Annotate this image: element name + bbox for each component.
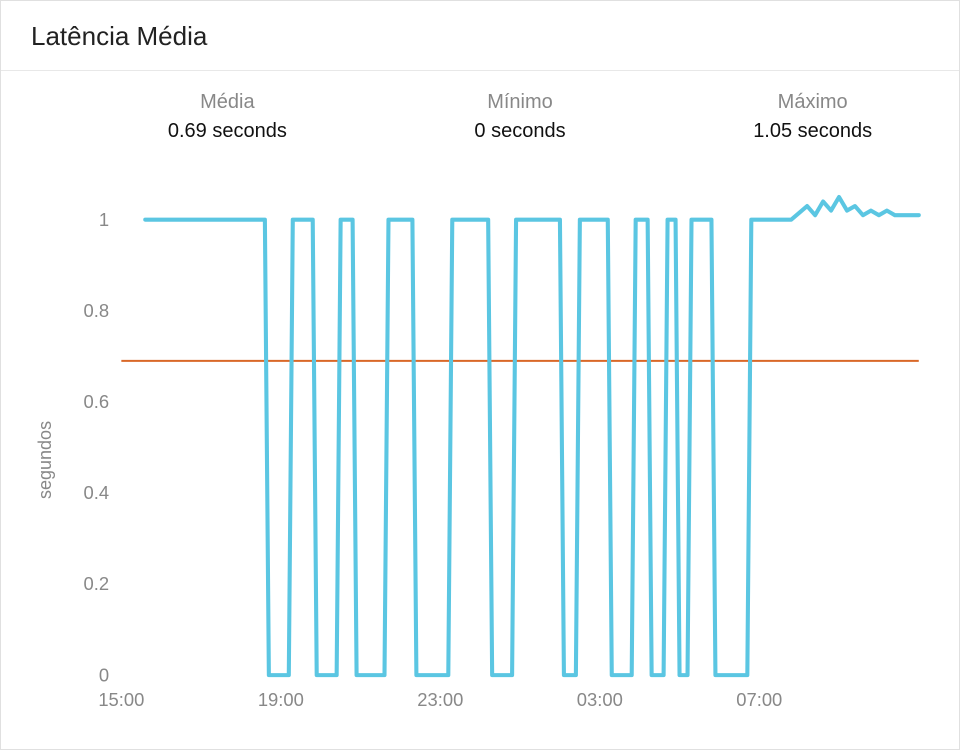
svg-text:0.6: 0.6 bbox=[83, 391, 109, 412]
svg-text:1: 1 bbox=[99, 209, 109, 230]
plot-area: segundos 0 0.2 0.4 0.6 0.8 1 15:00 19:00 23:00 03… bbox=[1, 151, 959, 749]
svg-text:0.4: 0.4 bbox=[83, 482, 109, 503]
stats-row: Média 0.69 seconds Mínimo 0 seconds Máxi… bbox=[1, 71, 959, 151]
stat-min: Mínimo 0 seconds bbox=[414, 91, 627, 143]
svg-text:19:00: 19:00 bbox=[258, 689, 304, 710]
chart-svg: 0 0.2 0.4 0.6 0.8 1 15:00 19:00 23:00 03:00 07:00 bbox=[60, 161, 929, 719]
stat-mean-label: Média bbox=[121, 91, 334, 114]
svg-text:15:00: 15:00 bbox=[98, 689, 144, 710]
stat-mean-value: 0.69 seconds bbox=[121, 120, 334, 143]
stat-mean: Média 0.69 seconds bbox=[121, 91, 334, 143]
stat-max-label: Máximo bbox=[706, 91, 919, 114]
svg-text:07:00: 07:00 bbox=[736, 689, 782, 710]
card-title: Latência Média bbox=[1, 1, 959, 71]
stat-max: Máximo 1.05 seconds bbox=[706, 91, 919, 143]
stat-min-label: Mínimo bbox=[414, 91, 627, 114]
svg-text:0.2: 0.2 bbox=[83, 573, 109, 594]
plot: 0 0.2 0.4 0.6 0.8 1 15:00 19:00 23:00 03:00 07:00 bbox=[60, 161, 929, 719]
svg-text:0.8: 0.8 bbox=[83, 300, 109, 321]
svg-text:03:00: 03:00 bbox=[577, 689, 623, 710]
stat-min-value: 0 seconds bbox=[414, 120, 627, 143]
stat-max-value: 1.05 seconds bbox=[706, 120, 919, 143]
svg-text:0: 0 bbox=[99, 664, 109, 685]
y-axis-title: segundos bbox=[31, 161, 60, 719]
svg-text:23:00: 23:00 bbox=[417, 689, 463, 710]
chart-card: Latência Média Média 0.69 seconds Mínimo… bbox=[0, 0, 960, 750]
